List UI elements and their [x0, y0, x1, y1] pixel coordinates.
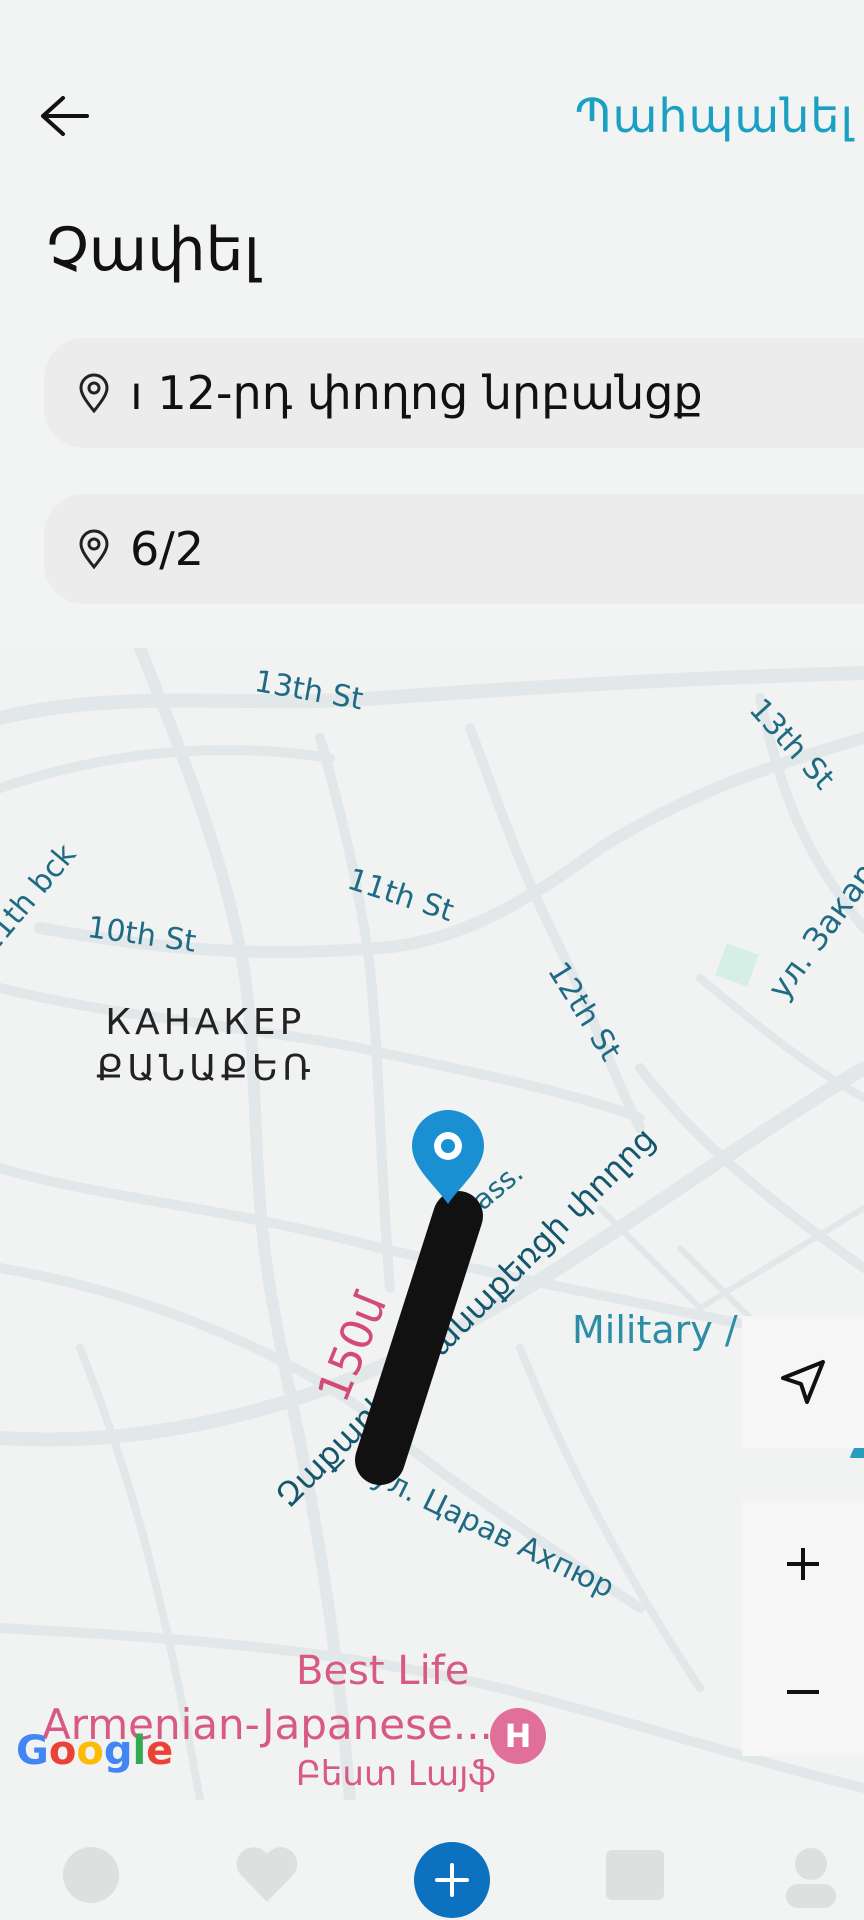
start-location-field[interactable]: ı 12-րդ փողոց նրբանցք [44, 338, 864, 448]
end-location-value: 6/2 [130, 522, 205, 576]
poi-best-life: Best Life [296, 1648, 470, 1694]
location-pin-outline-icon [79, 373, 109, 413]
route-overlay [355, 1191, 483, 1485]
map-view[interactable]: 13th St 13th St 11th St 10th St 12th St … [0, 648, 864, 1800]
navigation-arrow-icon [781, 1360, 825, 1404]
start-location-value: ı 12-րդ փողոց նրբանցք [130, 366, 703, 420]
heart-icon[interactable] [232, 1840, 302, 1910]
arrow-left-icon [41, 96, 89, 136]
add-button[interactable] [414, 1842, 490, 1918]
home-icon[interactable] [56, 1840, 126, 1910]
top-bar: Պահպանել [0, 0, 864, 200]
my-location-button[interactable] [742, 1316, 864, 1448]
end-location-field[interactable]: 6/2 [44, 494, 864, 604]
back-button[interactable] [34, 86, 94, 146]
location-pin-outline-icon [79, 529, 109, 569]
plus-icon [787, 1548, 819, 1580]
poi-best-life-hy: Բեստ Լայֆ [296, 1754, 496, 1794]
plus-icon [435, 1863, 469, 1897]
google-logo: Google [16, 1728, 174, 1774]
page-title: Չափել [46, 215, 260, 285]
save-button[interactable]: Պահպանել [575, 86, 854, 146]
poi-military: Military / [572, 1308, 738, 1352]
route-line [355, 1191, 483, 1485]
hospital-icon: H [504, 1717, 532, 1755]
location-pin-icon[interactable] [408, 1108, 488, 1208]
zoom-in-button[interactable] [742, 1500, 864, 1628]
profile-icon[interactable] [776, 1840, 846, 1910]
hospital-badge[interactable]: H [490, 1708, 546, 1764]
minus-icon [787, 1690, 819, 1694]
zoom-out-button[interactable] [742, 1628, 864, 1756]
message-icon[interactable] [600, 1840, 670, 1910]
